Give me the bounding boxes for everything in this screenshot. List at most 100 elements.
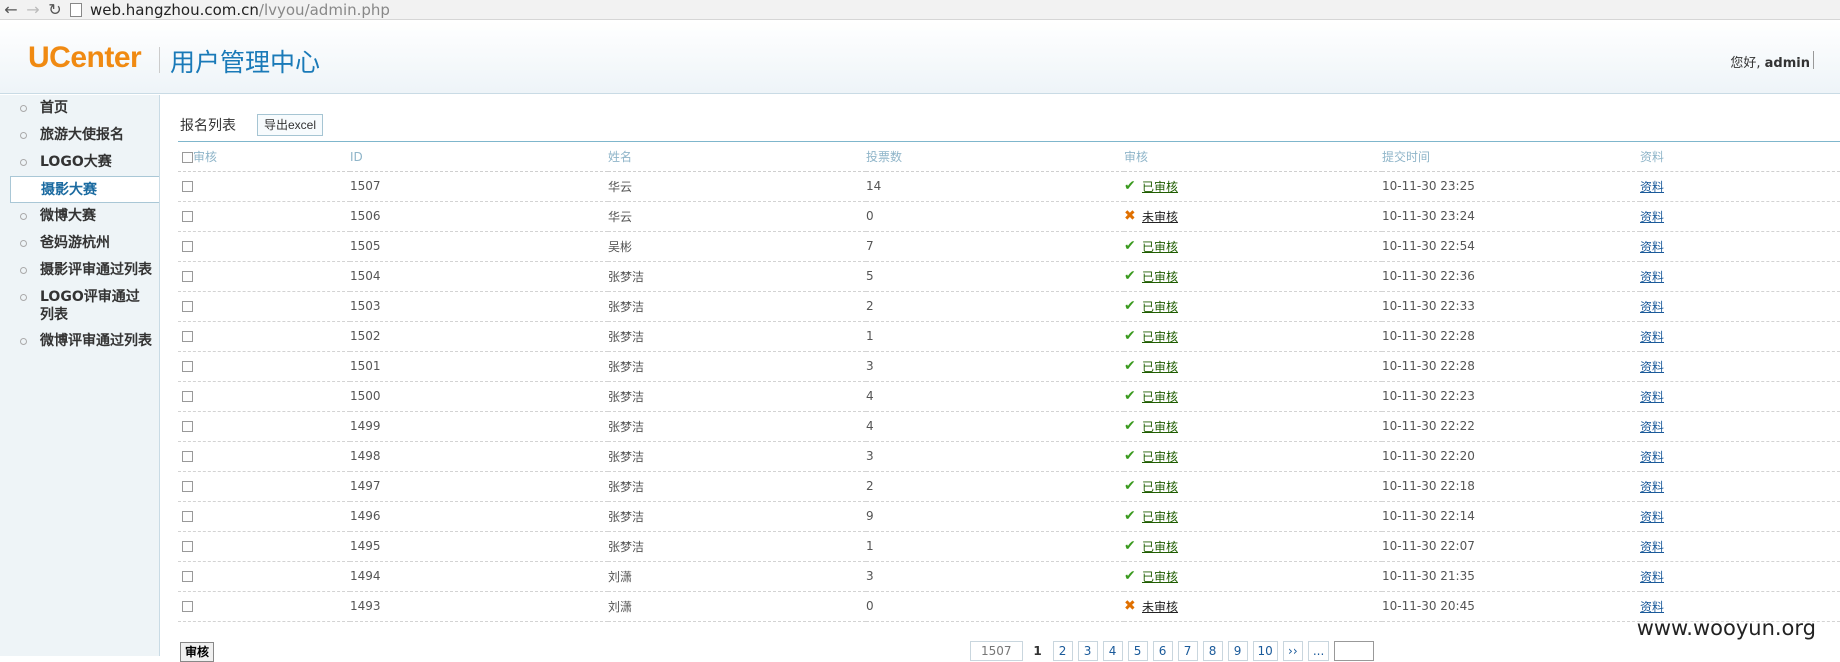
- page-link[interactable]: 6: [1152, 641, 1173, 661]
- page-link[interactable]: 9: [1227, 641, 1248, 661]
- status-link[interactable]: 已审核: [1142, 358, 1178, 375]
- sidebar-item[interactable]: 微博评审通过列表: [0, 328, 159, 355]
- page-link[interactable]: 3: [1077, 641, 1098, 661]
- cell-name: 张梦洁: [608, 291, 866, 322]
- page-link[interactable]: 4: [1102, 641, 1123, 661]
- sidebar-item[interactable]: 首页: [0, 95, 159, 122]
- info-link[interactable]: 资料: [1640, 600, 1664, 614]
- browser-toolbar: ← → ↻ web.hangzhou.com.cn/lvyou/admin.ph…: [0, 0, 1840, 20]
- cell-id: 1498: [350, 441, 608, 472]
- status-badge: ✔ 已审核: [1124, 418, 1178, 435]
- more-pages-link[interactable]: ...: [1307, 641, 1330, 661]
- row-select-cell: [178, 591, 350, 622]
- status-link[interactable]: 已审核: [1142, 418, 1178, 435]
- status-link[interactable]: 未审核: [1142, 208, 1178, 225]
- status-link[interactable]: 已审核: [1142, 448, 1178, 465]
- page-link[interactable]: 2: [1052, 641, 1073, 661]
- status-badge: ✔ 已审核: [1124, 448, 1178, 465]
- cell-info: 资料: [1640, 441, 1840, 472]
- cell-name: 华云: [608, 171, 866, 202]
- info-link[interactable]: 资料: [1640, 300, 1664, 314]
- status-link[interactable]: 已审核: [1142, 238, 1178, 255]
- row-checkbox[interactable]: [182, 541, 193, 552]
- info-link[interactable]: 资料: [1640, 330, 1664, 344]
- checkmark-icon: ✔: [1124, 568, 1136, 584]
- info-link[interactable]: 资料: [1640, 540, 1664, 554]
- info-link[interactable]: 资料: [1640, 360, 1664, 374]
- row-checkbox[interactable]: [182, 481, 193, 492]
- row-checkbox[interactable]: [182, 181, 193, 192]
- status-link[interactable]: 已审核: [1142, 328, 1178, 345]
- status-link[interactable]: 已审核: [1142, 178, 1178, 195]
- sidebar-item[interactable]: 旅游大使报名: [0, 122, 159, 149]
- info-link[interactable]: 资料: [1640, 510, 1664, 524]
- page-icon: [70, 2, 82, 17]
- watermark: www.wooyun.org: [1636, 616, 1816, 640]
- export-excel-button[interactable]: 导出excel: [257, 114, 324, 136]
- row-select-cell: [178, 351, 350, 382]
- sidebar-item[interactable]: 微博大赛: [0, 203, 159, 230]
- page-link[interactable]: 10: [1252, 641, 1278, 661]
- status-link[interactable]: 已审核: [1142, 388, 1178, 405]
- row-checkbox[interactable]: [182, 331, 193, 342]
- row-checkbox[interactable]: [182, 361, 193, 372]
- row-checkbox[interactable]: [182, 211, 193, 222]
- row-checkbox[interactable]: [182, 571, 193, 582]
- info-link[interactable]: 资料: [1640, 270, 1664, 284]
- checkmark-icon: ✔: [1124, 538, 1136, 554]
- sidebar-item[interactable]: 摄影大赛: [10, 176, 159, 203]
- forward-arrow-icon[interactable]: →: [22, 0, 44, 20]
- info-link[interactable]: 资料: [1640, 390, 1664, 404]
- audit-button[interactable]: 审核: [180, 642, 215, 662]
- url-host: web.hangzhou.com.cn: [90, 0, 259, 19]
- status-link[interactable]: 已审核: [1142, 508, 1178, 525]
- table-row: 1501 张梦洁 3 ✔ 已审核 10-11-30 22:28 资料: [178, 351, 1840, 382]
- cell-id: 1496: [350, 501, 608, 532]
- info-link[interactable]: 资料: [1640, 450, 1664, 464]
- cell-name: 刘潇: [608, 561, 866, 592]
- back-arrow-icon[interactable]: ←: [0, 0, 22, 20]
- sidebar-item[interactable]: LOGO大赛: [0, 149, 159, 176]
- row-checkbox[interactable]: [182, 511, 193, 522]
- table-row: 1500 张梦洁 4 ✔ 已审核 10-11-30 22:23 资料: [178, 381, 1840, 412]
- row-select-cell: [178, 201, 350, 232]
- status-link[interactable]: 已审核: [1142, 298, 1178, 315]
- info-link[interactable]: 资料: [1640, 420, 1664, 434]
- info-link[interactable]: 资料: [1640, 570, 1664, 584]
- info-link[interactable]: 资料: [1640, 240, 1664, 254]
- cell-time: 10-11-30 22:33: [1382, 291, 1640, 322]
- sidebar-item[interactable]: 摄影评审通过列表: [0, 257, 159, 284]
- sidebar-item[interactable]: 爸妈游杭州: [0, 230, 159, 257]
- next-page-link[interactable]: ››: [1282, 641, 1303, 661]
- page-link[interactable]: 1: [1027, 641, 1048, 661]
- row-checkbox[interactable]: [182, 421, 193, 432]
- sidebar-item[interactable]: LOGO评审通过列表: [0, 284, 159, 328]
- info-link[interactable]: 资料: [1640, 480, 1664, 494]
- page-jump-input[interactable]: [1334, 641, 1375, 661]
- info-link[interactable]: 资料: [1640, 180, 1664, 194]
- page-link[interactable]: 5: [1127, 641, 1148, 661]
- row-checkbox[interactable]: [182, 301, 193, 312]
- row-checkbox[interactable]: [182, 601, 193, 612]
- status-link[interactable]: 已审核: [1142, 478, 1178, 495]
- status-link[interactable]: 未审核: [1142, 598, 1178, 615]
- address-bar[interactable]: web.hangzhou.com.cn/lvyou/admin.php: [70, 0, 390, 20]
- row-checkbox[interactable]: [182, 451, 193, 462]
- row-checkbox[interactable]: [182, 391, 193, 402]
- status-link[interactable]: 已审核: [1142, 568, 1178, 585]
- username[interactable]: admin: [1765, 56, 1810, 71]
- total-count: 1507: [970, 641, 1023, 661]
- checkmark-icon: ✔: [1124, 418, 1136, 434]
- ucenter-logo[interactable]: UCenter: [28, 41, 142, 75]
- status-link[interactable]: 已审核: [1142, 538, 1178, 555]
- status-badge: ✔ 已审核: [1124, 298, 1178, 315]
- reload-icon[interactable]: ↻: [44, 0, 66, 20]
- row-checkbox[interactable]: [182, 271, 193, 282]
- cell-info: 资料: [1640, 321, 1840, 352]
- select-all-checkbox[interactable]: [182, 152, 193, 164]
- page-link[interactable]: 7: [1177, 641, 1198, 661]
- info-link[interactable]: 资料: [1640, 210, 1664, 224]
- row-checkbox[interactable]: [182, 241, 193, 252]
- page-link[interactable]: 8: [1202, 641, 1223, 661]
- status-link[interactable]: 已审核: [1142, 268, 1178, 285]
